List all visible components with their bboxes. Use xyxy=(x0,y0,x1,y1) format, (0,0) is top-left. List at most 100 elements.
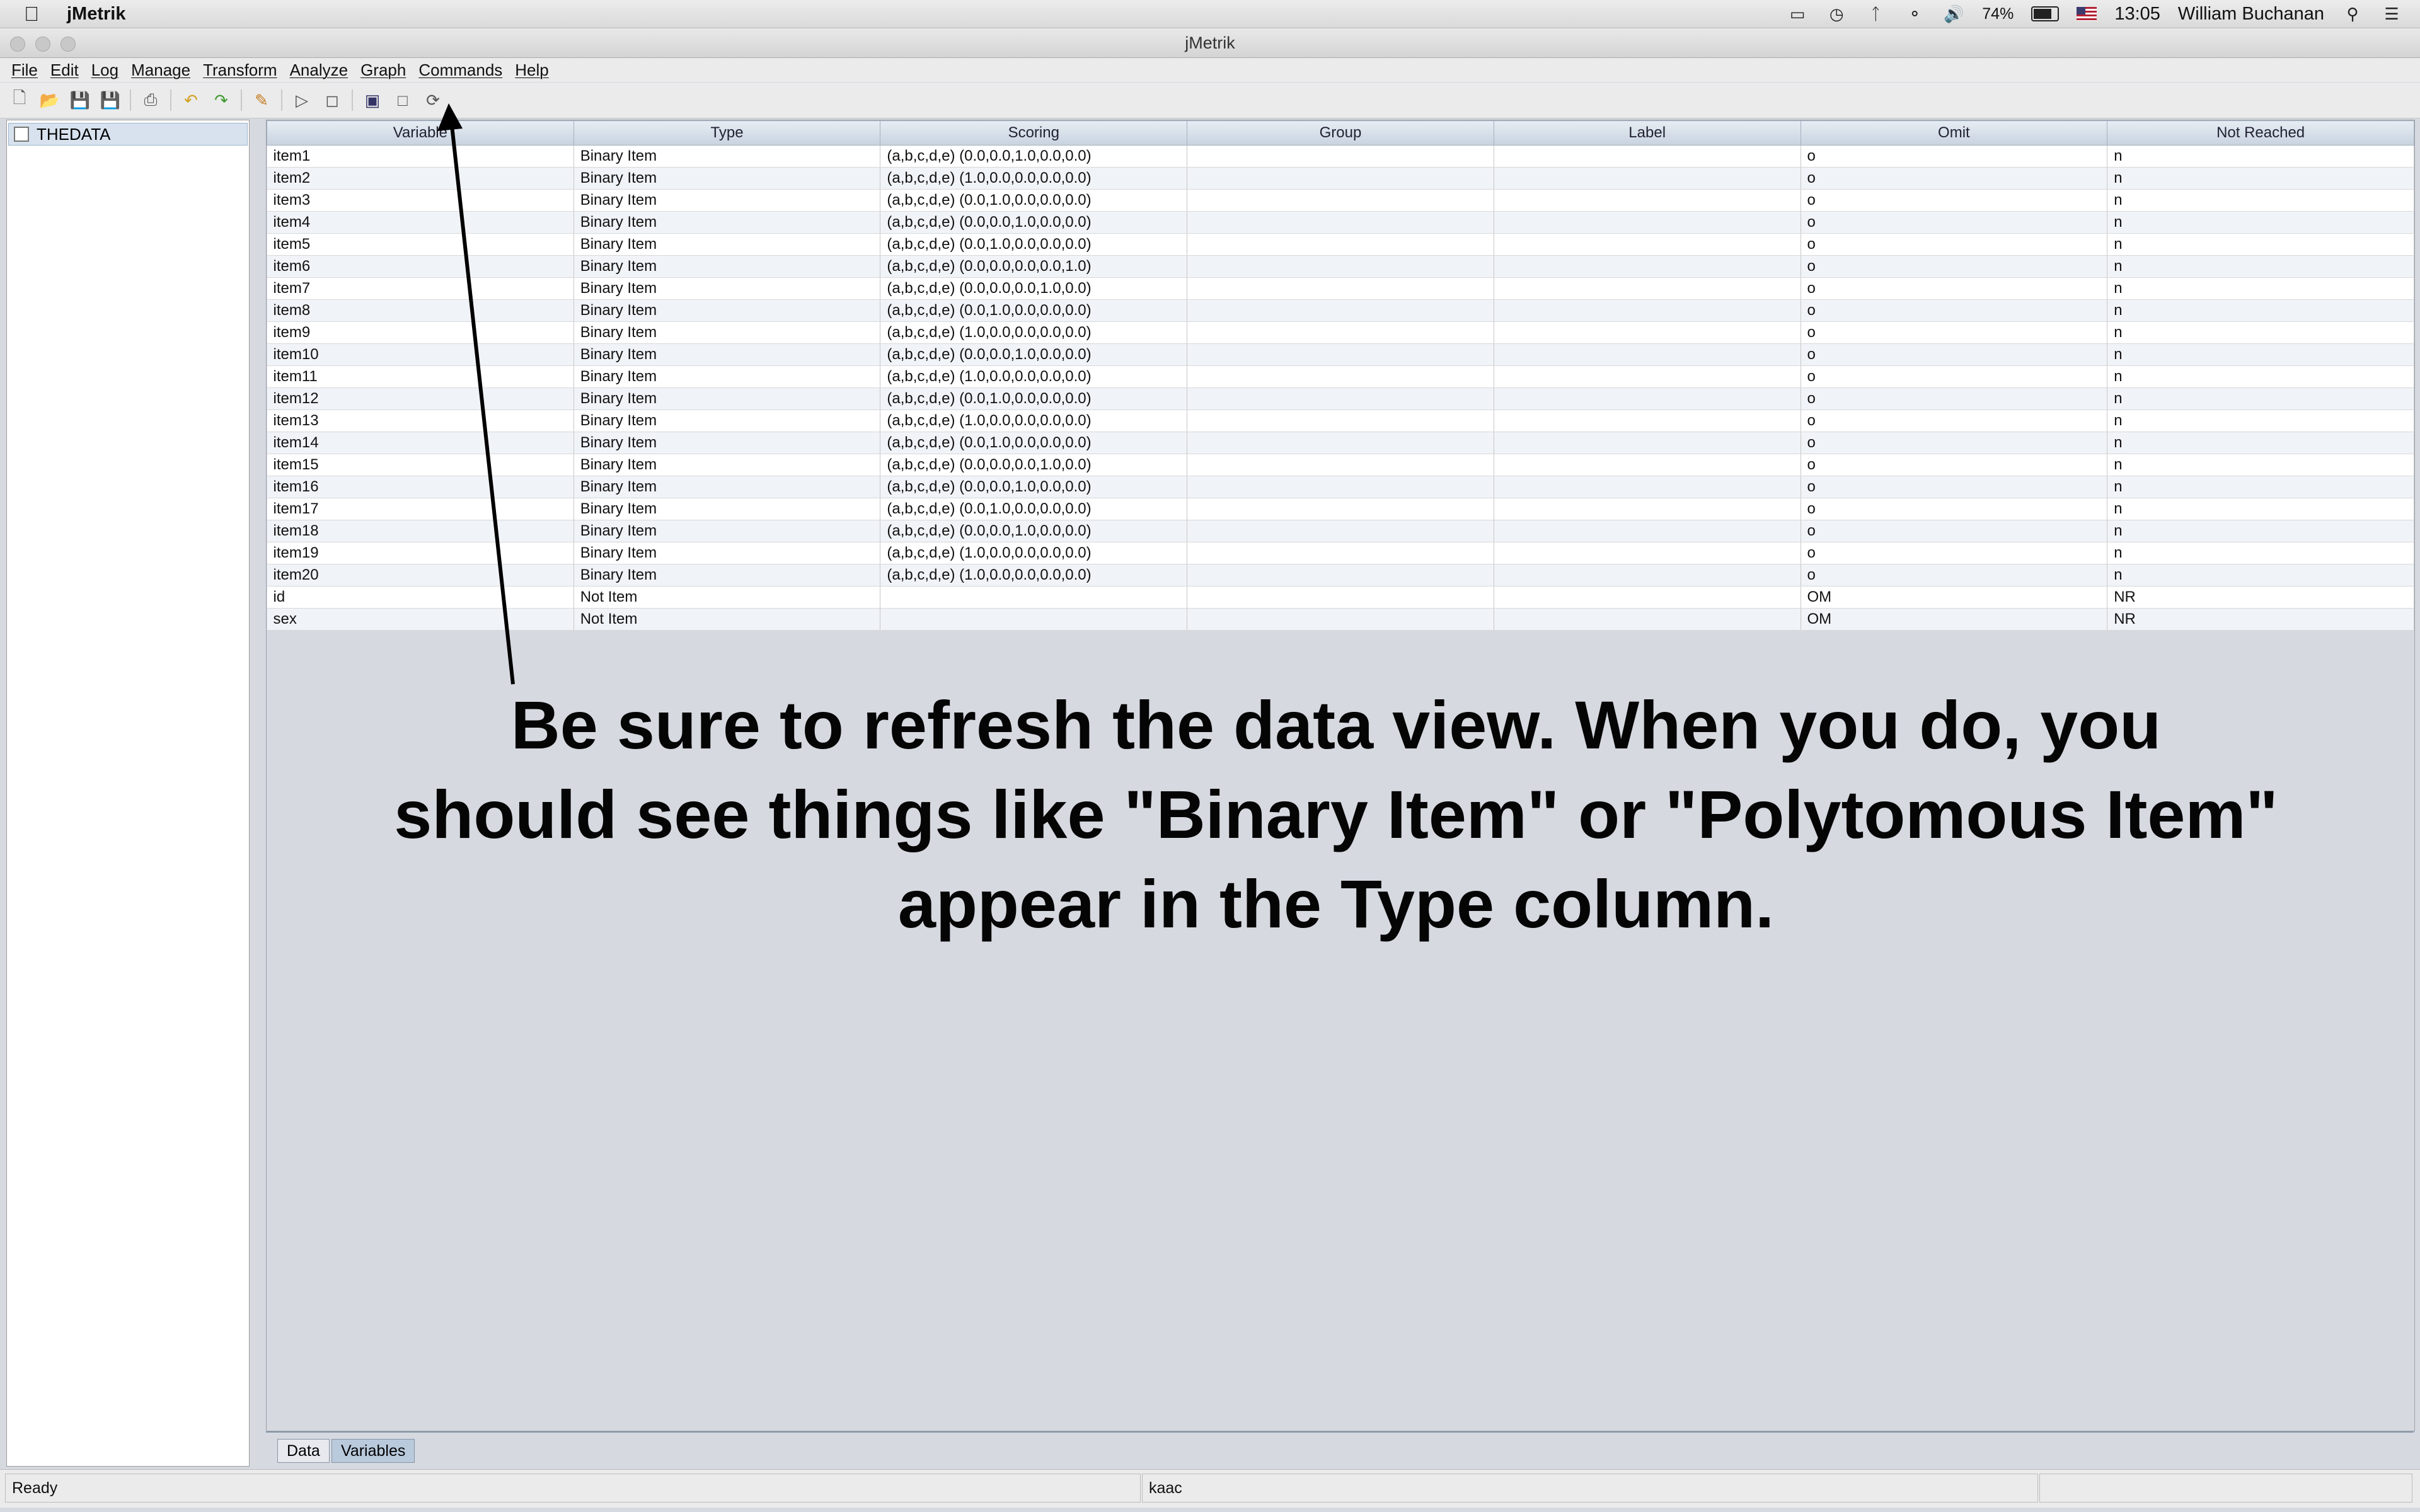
blank-document-icon[interactable]: □ xyxy=(392,89,413,111)
cell-omit[interactable]: o xyxy=(1801,410,2108,432)
menu-log[interactable]: Log xyxy=(91,60,118,80)
cell-omit[interactable]: o xyxy=(1801,145,2108,168)
apple-icon[interactable]:  xyxy=(24,3,45,26)
cell-variable[interactable]: item4 xyxy=(267,211,574,234)
menubar-app-name[interactable]: jMetrik xyxy=(67,4,125,25)
cell-omit[interactable]: o xyxy=(1801,211,2108,234)
cell-not-reached[interactable]: n xyxy=(2107,145,2414,168)
cell-omit[interactable]: o xyxy=(1801,343,2108,366)
stop-icon[interactable]: ◻ xyxy=(321,89,343,111)
table-view-icon[interactable]: ▣ xyxy=(362,89,383,111)
cell-type[interactable]: Binary Item xyxy=(573,189,881,212)
cell-scoring[interactable]: (a,b,c,d,e) (0.0,0.0,1.0,0.0,0.0) xyxy=(880,211,1188,234)
cell-type[interactable]: Binary Item xyxy=(573,255,881,278)
cell-type[interactable]: Binary Item xyxy=(573,454,881,476)
cell-label[interactable] xyxy=(1494,211,1801,234)
time-machine-icon[interactable]: ◷ xyxy=(1826,5,1847,23)
cell-scoring[interactable] xyxy=(880,586,1188,609)
cell-omit[interactable]: o xyxy=(1801,498,2108,520)
cell-label[interactable] xyxy=(1494,564,1801,587)
cell-not-reached[interactable]: n xyxy=(2107,432,2414,454)
cell-label[interactable] xyxy=(1494,343,1801,366)
cell-label[interactable] xyxy=(1494,432,1801,454)
table-row[interactable]: item9 Binary Item (a,b,c,d,e) (1.0,0.0,0.0… xyxy=(267,321,2414,344)
cell-label[interactable] xyxy=(1494,387,1801,410)
cell-group[interactable] xyxy=(1187,299,1494,322)
cell-group[interactable] xyxy=(1187,454,1494,476)
cell-group[interactable] xyxy=(1187,410,1494,432)
tab-variables[interactable]: Variables xyxy=(331,1439,415,1463)
bluetooth-icon[interactable]: ᛏ xyxy=(1865,5,1886,23)
cell-variable[interactable]: item10 xyxy=(267,343,574,366)
cell-scoring[interactable]: (a,b,c,d,e) (0.0,1.0,0.0,0.0,0.0) xyxy=(880,387,1188,410)
cell-label[interactable] xyxy=(1494,586,1801,609)
new-file-icon[interactable]: 🗋 xyxy=(9,88,30,111)
cell-variable[interactable]: item1 xyxy=(267,145,574,168)
cell-not-reached[interactable]: NR xyxy=(2107,586,2414,609)
cell-variable[interactable]: item13 xyxy=(267,410,574,432)
cell-not-reached[interactable]: NR xyxy=(2107,608,2414,631)
cell-type[interactable]: Binary Item xyxy=(573,299,881,322)
cell-not-reached[interactable]: n xyxy=(2107,321,2414,344)
table-row[interactable]: item10 Binary Item (a,b,c,d,e) (0.0,0.0,1.… xyxy=(267,343,2414,366)
cell-scoring[interactable]: (a,b,c,d,e) (1.0,0.0,0.0,0.0,0.0) xyxy=(880,321,1188,344)
cell-group[interactable] xyxy=(1187,498,1494,520)
cell-type[interactable]: Binary Item xyxy=(573,564,881,587)
cell-variable[interactable]: item2 xyxy=(267,167,574,190)
table-row[interactable]: item16 Binary Item (a,b,c,d,e) (0.0,0.0,1.… xyxy=(267,476,2414,498)
table-row[interactable]: item3 Binary Item (a,b,c,d,e) (0.0,1.0,0.0… xyxy=(267,189,2414,212)
table-row[interactable]: item11 Binary Item (a,b,c,d,e) (1.0,0.0,0.… xyxy=(267,365,2414,388)
cell-label[interactable] xyxy=(1494,454,1801,476)
cell-not-reached[interactable]: n xyxy=(2107,277,2414,300)
cell-group[interactable] xyxy=(1187,520,1494,542)
redo-icon[interactable]: ↷ xyxy=(210,89,232,111)
cell-label[interactable] xyxy=(1494,520,1801,542)
cell-type[interactable]: Binary Item xyxy=(573,211,881,234)
cell-label[interactable] xyxy=(1494,608,1801,631)
menu-file[interactable]: File xyxy=(11,60,38,80)
save-all-icon[interactable]: 💾 xyxy=(100,89,121,111)
cell-omit[interactable]: o xyxy=(1801,476,2108,498)
cell-scoring[interactable]: (a,b,c,d,e) (1.0,0.0,0.0,0.0,0.0) xyxy=(880,410,1188,432)
table-row[interactable]: item6 Binary Item (a,b,c,d,e) (0.0,0.0,0.0… xyxy=(267,255,2414,278)
cell-omit[interactable]: o xyxy=(1801,277,2108,300)
cell-scoring[interactable]: (a,b,c,d,e) (0.0,1.0,0.0,0.0,0.0) xyxy=(880,299,1188,322)
notification-center-icon[interactable]: ☰ xyxy=(2381,5,2402,23)
column-header-variable[interactable]: Variable xyxy=(267,120,574,146)
cell-type[interactable]: Binary Item xyxy=(573,365,881,388)
zoom-window-button[interactable] xyxy=(60,37,76,52)
cell-type[interactable]: Binary Item xyxy=(573,520,881,542)
cell-omit[interactable]: o xyxy=(1801,365,2108,388)
cell-omit[interactable]: o xyxy=(1801,167,2108,190)
menu-analyze[interactable]: Analyze xyxy=(290,60,349,80)
cell-not-reached[interactable]: n xyxy=(2107,498,2414,520)
cell-omit[interactable]: o xyxy=(1801,542,2108,564)
cell-variable[interactable]: item15 xyxy=(267,454,574,476)
input-source-flag-icon[interactable] xyxy=(2077,7,2097,21)
cell-type[interactable]: Binary Item xyxy=(573,542,881,564)
table-row[interactable]: item14 Binary Item (a,b,c,d,e) (0.0,1.0,0.… xyxy=(267,432,2414,454)
cell-label[interactable] xyxy=(1494,145,1801,168)
cell-group[interactable] xyxy=(1187,542,1494,564)
cell-label[interactable] xyxy=(1494,277,1801,300)
cell-group[interactable] xyxy=(1187,586,1494,609)
wifi-icon[interactable]: ⚬ xyxy=(1904,5,1925,23)
cell-variable[interactable]: sex xyxy=(267,608,574,631)
cell-type[interactable]: Binary Item xyxy=(573,145,881,168)
battery-icon[interactable] xyxy=(2031,6,2060,21)
cell-scoring[interactable]: (a,b,c,d,e) (0.0,0.0,0.0,1.0,0.0) xyxy=(880,277,1188,300)
print-icon[interactable]: ⎙ xyxy=(140,89,161,111)
cell-type[interactable]: Binary Item xyxy=(573,277,881,300)
cell-label[interactable] xyxy=(1494,321,1801,344)
table-row[interactable]: item8 Binary Item (a,b,c,d,e) (0.0,1.0,0.0… xyxy=(267,299,2414,322)
cell-omit[interactable]: o xyxy=(1801,255,2108,278)
cell-variable[interactable]: item20 xyxy=(267,564,574,587)
menubar-user[interactable]: William Buchanan xyxy=(2178,4,2324,25)
cell-scoring[interactable]: (a,b,c,d,e) (0.0,0.0,1.0,0.0,0.0) xyxy=(880,520,1188,542)
cell-variable[interactable]: item18 xyxy=(267,520,574,542)
column-header-label[interactable]: Label xyxy=(1493,120,1801,146)
cell-type[interactable]: Not Item xyxy=(573,608,881,631)
spotlight-search-icon[interactable]: ⚲ xyxy=(2342,5,2363,23)
table-row[interactable]: sex Not Item OM NR xyxy=(267,608,2414,631)
cell-type[interactable]: Binary Item xyxy=(573,233,881,256)
